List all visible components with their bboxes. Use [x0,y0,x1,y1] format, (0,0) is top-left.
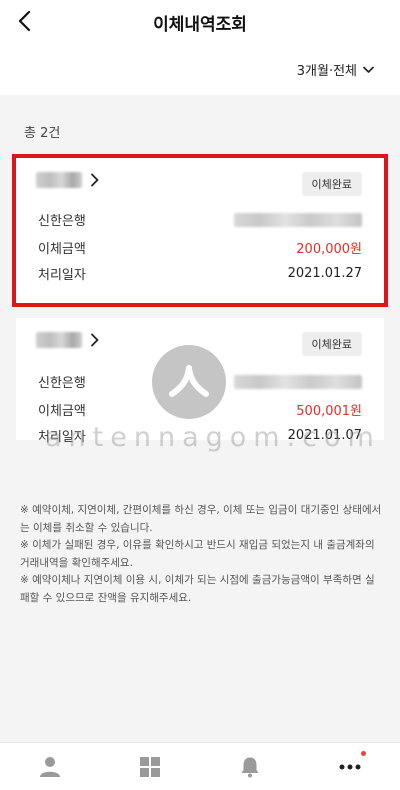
period-filter-label: 3개월·전체 [296,64,357,79]
chevron-right-icon [91,173,99,187]
recipient-name-masked [36,172,82,188]
bank-row: 신한은행 [38,210,362,229]
page-title: 이체내역조회 [153,15,247,35]
account-number-masked [234,374,362,389]
notice-item: ※ 예약이체나 지연이체 이용 시, 이체가 되는 시점에 출금가능금액이 부족… [20,574,375,604]
notice-item: ※ 예약이체, 지연이체, 간편이체를 하신 경우, 이체 또는 입금이 대기중… [20,504,382,534]
date-label: 처리일자 [38,268,86,283]
total-count: 총 2건 [24,126,61,141]
notice-item: ※ 이체가 실패된 경우, 이유를 확인하시고 반드시 재입금 되었는지 내 출… [20,539,375,569]
date-value: 2021.01.27 [287,266,362,281]
amount-label: 이체금액 [38,404,86,419]
period-filter-dropdown[interactable]: 3개월·전체 [297,60,374,79]
more-icon [339,764,361,770]
bank-name: 신한은행 [38,214,86,229]
header: 이체내역조회 3개월·전체 [0,0,400,95]
account-number-masked [234,212,362,227]
notification-dot [361,751,366,756]
bottom-tab-bar [0,742,400,790]
chevron-right-icon [91,333,99,347]
recipient-row[interactable] [36,172,100,188]
notice-text: ※ 예약이체, 지연이체, 간편이체를 하신 경우, 이체 또는 입금이 대기중… [20,502,382,607]
status-badge: 이체완료 [301,332,362,356]
date-row: 처리일자 2021.01.27 [38,264,362,283]
recipient-row[interactable] [36,332,100,348]
tab-notifications[interactable] [238,755,262,779]
transfer-card[interactable]: 이체완료 신한은행 이체금액 200,000원 처리일자 2021.01.27 [12,154,388,307]
amount-label: 이체금액 [38,242,86,257]
watermark-text: antennagom.com [45,422,381,453]
grid-icon [140,757,160,777]
watermark-logo [152,345,226,419]
person-icon [40,757,60,777]
bell-icon [241,757,259,778]
watermark-symbol-icon [169,365,209,397]
tab-menu[interactable] [138,755,162,779]
tab-profile[interactable] [38,755,62,779]
status-badge: 이체완료 [301,172,362,196]
chevron-down-icon [363,66,374,73]
bank-name: 신한은행 [38,376,86,391]
amount-value: 200,000원 [296,242,362,257]
amount-value: 500,001원 [296,404,362,419]
tab-more[interactable] [338,751,366,779]
recipient-name-masked [36,332,82,348]
amount-row: 이체금액 200,000원 [38,238,362,257]
